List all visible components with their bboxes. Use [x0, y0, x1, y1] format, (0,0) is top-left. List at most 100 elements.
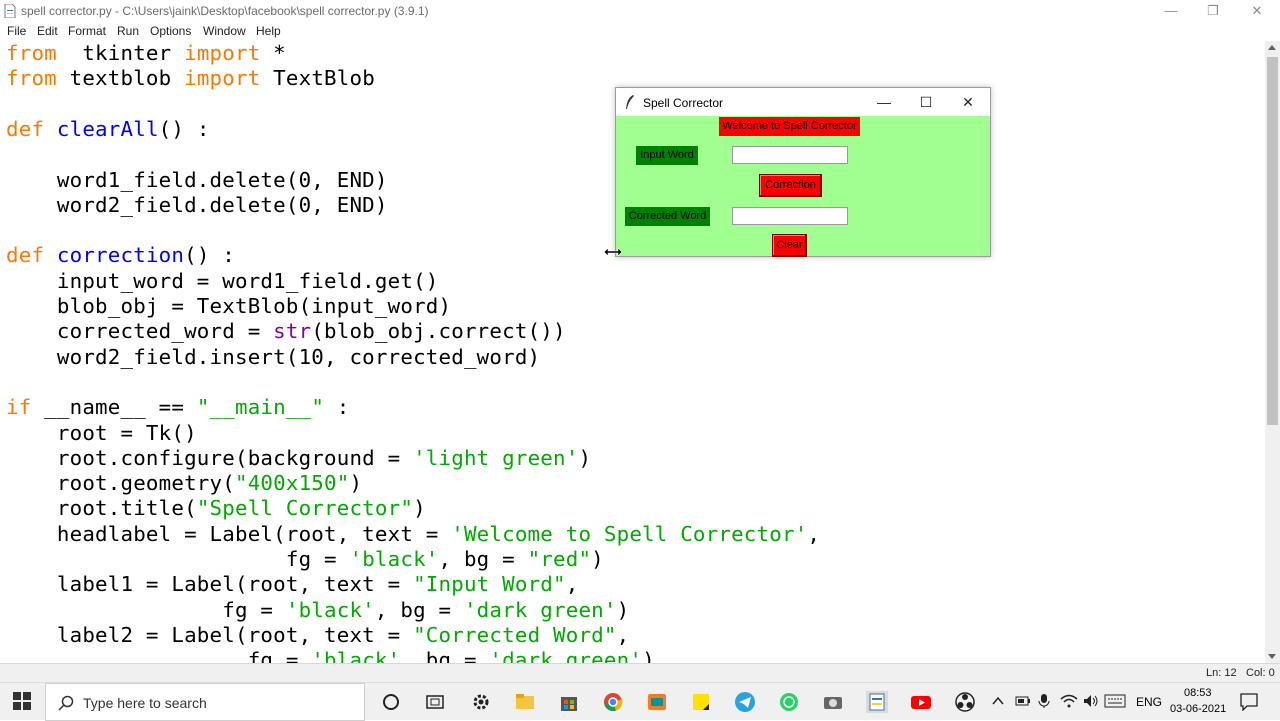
code-token: def [6, 116, 45, 141]
battery-icon[interactable] [1015, 694, 1031, 708]
code-token: tkinter [56, 41, 185, 65]
store-icon[interactable] [558, 691, 580, 713]
code-token: correction [44, 243, 185, 268]
menu-options[interactable]: Options [150, 24, 191, 38]
code-line: if __name__ == "__main__" : [6, 395, 350, 420]
corrected-word-field[interactable] [732, 207, 848, 225]
menu-file[interactable]: File [7, 24, 26, 38]
youtube-icon[interactable] [910, 691, 932, 713]
idle-python-icon[interactable] [866, 691, 888, 713]
input-word-field[interactable] [732, 146, 848, 164]
code-token: import [184, 41, 261, 65]
code-token: from [6, 41, 57, 65]
tk-minimize-button[interactable]: — [863, 88, 905, 116]
code-line: from textblob import TextBlob [6, 66, 375, 91]
keyboard-icon[interactable] [1104, 694, 1126, 708]
whatsapp-icon[interactable] [778, 691, 800, 713]
code-token: str [273, 319, 312, 344]
code-line: root.title("Spell Corrector") [6, 496, 426, 521]
code-token: root.geometry( [6, 471, 235, 496]
code-token: "__main__" [196, 395, 325, 420]
code-line: word2_field.insert(10, corrected_word) [6, 345, 540, 370]
code-token: textblob [56, 66, 185, 91]
menu-window[interactable]: Window [203, 24, 246, 38]
code-token: "Input Word" [413, 572, 566, 597]
notification-icon[interactable] [1240, 693, 1258, 711]
tk-window-title: Spell Corrector [643, 96, 724, 110]
input-word-label: Input Word [636, 146, 698, 165]
scroll-up-icon[interactable] [1268, 45, 1276, 50]
code-line: word1_field.delete(0, END) [6, 168, 388, 193]
telegram-icon[interactable] [734, 691, 756, 713]
code-token: headlabel = Label(root, text = [6, 521, 452, 546]
code-token: 'Welcome to Spell Corrector' [451, 521, 808, 546]
menu-help[interactable]: Help [256, 24, 281, 38]
code-line: fg = 'black', bg = "red") [6, 547, 604, 572]
minimize-button[interactable]: — [1148, 0, 1194, 22]
code-token: , [616, 622, 630, 647]
settings-gear-icon[interactable] [470, 691, 492, 713]
camera-icon[interactable] [822, 691, 844, 713]
status-line: Ln: 12 [1206, 667, 1237, 679]
code-token: (blob_obj.correct()) [311, 319, 566, 344]
code-token: __name__ == [31, 395, 197, 420]
code-token: fg = [6, 648, 312, 663]
taskbar-search-box[interactable]: Type here to search [45, 683, 365, 721]
code-token: ) [642, 648, 655, 663]
tk-maximize-button[interactable]: ☐ [905, 88, 947, 116]
vertical-scrollbar[interactable] [1265, 41, 1280, 663]
obs-icon[interactable] [954, 691, 976, 713]
menu-format[interactable]: Format [68, 24, 106, 38]
arduino-app-icon[interactable] [646, 691, 668, 713]
resize-cursor-icon [603, 247, 623, 257]
code-token: 'light green' [413, 445, 579, 470]
menu-run[interactable]: Run [117, 24, 139, 38]
tk-close-button[interactable]: ✕ [947, 88, 989, 116]
chevron-up-icon[interactable] [992, 695, 1004, 707]
code-line: blob_obj = TextBlob(input_word) [6, 294, 451, 319]
clock-date[interactable]: 03-06-2021 [1170, 703, 1226, 715]
code-token: , bg = [400, 648, 490, 663]
code-token: root.configure(background = [6, 445, 414, 470]
sticky-notes-icon[interactable] [690, 691, 712, 713]
code-line: input_word = word1_field.get() [6, 269, 439, 294]
code-token: label1 = Label(root, text = [6, 572, 414, 597]
chrome-icon[interactable] [602, 691, 624, 713]
windows-start-icon[interactable] [13, 692, 31, 710]
welcome-label: Welcome to Spell Corrector [719, 117, 860, 136]
window-title: spell corrector.py - C:\Users\jaink\Desk… [21, 4, 429, 18]
code-token: () : [184, 243, 235, 268]
clear-button[interactable]: Clear [772, 234, 807, 257]
code-line: root.configure(background = 'light green… [6, 446, 591, 471]
cortana-icon[interactable] [380, 691, 402, 713]
code-token: "Corrected Word" [413, 622, 617, 647]
code-token: corrected_word = [6, 319, 274, 344]
correction-button[interactable]: Correction [759, 174, 822, 197]
code-token: word2_field.insert(10, corrected_word) [6, 344, 541, 369]
microphone-icon[interactable] [1038, 693, 1050, 709]
code-token: label2 = Label(root, text = [6, 622, 414, 647]
code-token: : [324, 395, 350, 420]
code-token: 'black' [311, 648, 401, 663]
code-token: word2_field.delete(0, END) [6, 192, 388, 217]
close-button[interactable]: ✕ [1234, 0, 1280, 22]
scroll-down-icon[interactable] [1268, 654, 1276, 659]
code-token: 'black' [349, 547, 439, 571]
task-view-icon[interactable] [424, 691, 446, 713]
code-token: fg = [6, 597, 286, 622]
code-token: root = Tk() [6, 420, 197, 445]
code-line: corrected_word = str(blob_obj.correct()) [6, 319, 566, 344]
clock-time[interactable]: 08:53 [1184, 687, 1212, 699]
language-indicator[interactable]: ENG [1136, 695, 1162, 709]
menu-edit[interactable]: Edit [37, 24, 58, 38]
code-token: from [6, 66, 57, 91]
code-token: root.title( [6, 496, 197, 521]
restore-button[interactable]: ❐ [1190, 0, 1236, 22]
window-title-bar: spell corrector.py - C:\Users\jaink\Desk… [0, 0, 1280, 22]
search-icon [58, 695, 74, 711]
file-explorer-icon[interactable] [514, 691, 536, 713]
python-file-icon [4, 4, 16, 18]
volume-icon[interactable] [1082, 693, 1100, 709]
scrollbar-thumb[interactable] [1267, 57, 1278, 425]
wifi-icon[interactable] [1060, 693, 1078, 709]
